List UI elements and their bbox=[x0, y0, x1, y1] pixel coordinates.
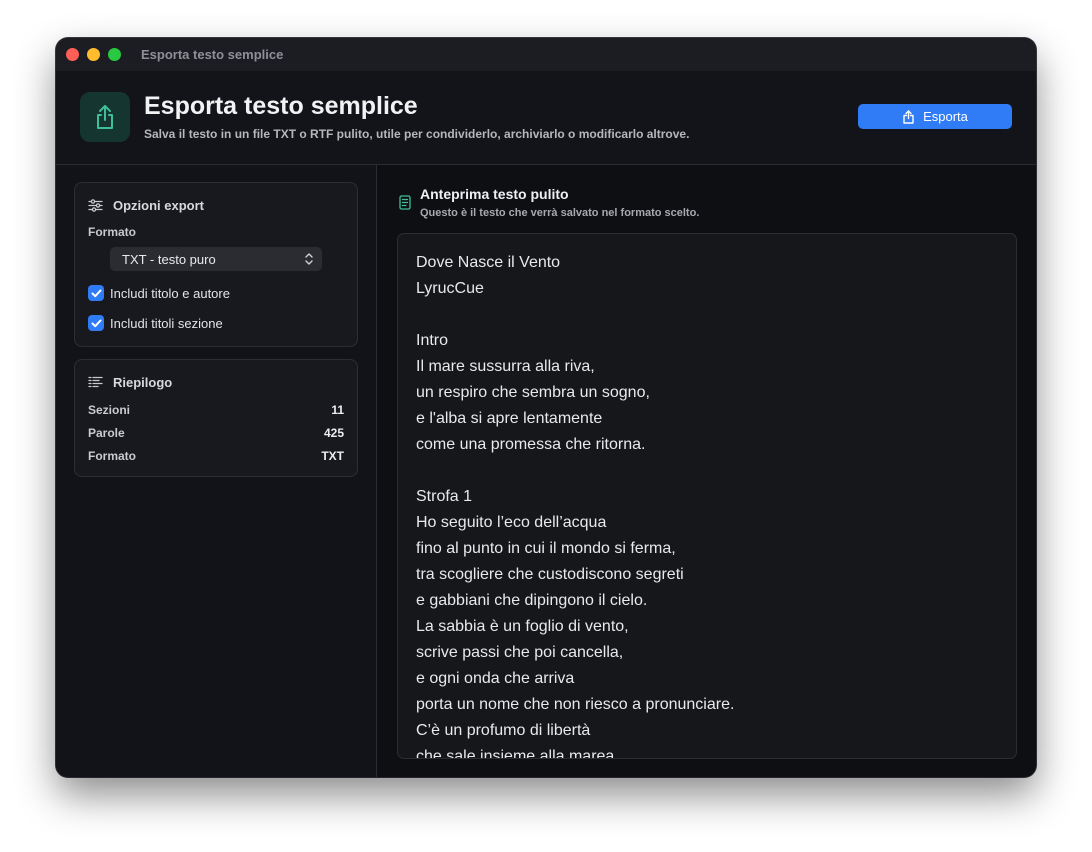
window-controls bbox=[66, 48, 121, 61]
page-subtitle: Salva il testo in un file TXT o RTF puli… bbox=[144, 127, 690, 141]
summary-value: TXT bbox=[321, 449, 344, 463]
include-section-titles-label: Includi titoli sezione bbox=[110, 315, 223, 331]
summary-row-words: Parole 425 bbox=[88, 426, 344, 440]
preview-area: Anteprima testo pulito Questo è il testo… bbox=[377, 165, 1036, 777]
include-section-titles-checkbox[interactable] bbox=[88, 315, 104, 331]
preview-subtitle: Questo è il testo che verrà salvato nel … bbox=[420, 207, 700, 219]
share-icon bbox=[903, 109, 914, 124]
export-options-header: Opzioni export bbox=[88, 198, 204, 213]
checkmark-icon bbox=[91, 319, 101, 327]
document-icon bbox=[399, 195, 411, 210]
page-title: Esporta testo semplice bbox=[144, 92, 418, 120]
header: Esporta testo semplice Salva il testo in… bbox=[56, 71, 1036, 165]
summary-row-sections: Sezioni 11 bbox=[88, 403, 344, 417]
summary-header: Riepilogo bbox=[88, 375, 172, 390]
window-title: Esporta testo semplice bbox=[141, 47, 284, 62]
export-options-title: Opzioni export bbox=[113, 198, 204, 213]
updown-chevron-icon bbox=[305, 253, 313, 265]
export-button-label: Esporta bbox=[923, 109, 968, 124]
export-button[interactable]: Esporta bbox=[858, 104, 1012, 129]
include-title-author-row[interactable]: Includi titolo e autore bbox=[88, 285, 230, 301]
preview-title: Anteprima testo pulito bbox=[420, 186, 569, 202]
title-bar: Esporta testo semplice bbox=[56, 38, 1036, 71]
summary-row-format: Formato TXT bbox=[88, 449, 344, 463]
include-section-titles-row[interactable]: Includi titoli sezione bbox=[88, 315, 223, 331]
export-options-panel: Opzioni export Formato TXT - testo puro … bbox=[74, 182, 358, 347]
format-select-value: TXT - testo puro bbox=[122, 251, 216, 267]
summary-label: Formato bbox=[88, 449, 136, 463]
format-label: Formato bbox=[88, 225, 136, 239]
summary-label: Sezioni bbox=[88, 403, 131, 417]
preview-text: Dove Nasce il Vento LyrucCue Intro Il ma… bbox=[416, 254, 735, 759]
list-icon bbox=[88, 376, 103, 388]
preview-text-box[interactable]: Dove Nasce il Vento LyrucCue Intro Il ma… bbox=[397, 233, 1017, 759]
sliders-icon bbox=[88, 199, 103, 212]
include-title-author-checkbox[interactable] bbox=[88, 285, 104, 301]
checkmark-icon bbox=[91, 289, 101, 297]
share-icon bbox=[80, 92, 130, 142]
summary-value: 425 bbox=[323, 426, 344, 440]
close-window-button[interactable] bbox=[66, 48, 79, 61]
summary-value: 11 bbox=[331, 403, 344, 417]
summary-panel: Riepilogo Sezioni 11 Parole 425 Formato … bbox=[74, 359, 358, 477]
format-select[interactable]: TXT - testo puro bbox=[110, 247, 322, 271]
sidebar: Opzioni export Formato TXT - testo puro … bbox=[56, 165, 377, 777]
minimize-window-button[interactable] bbox=[87, 48, 100, 61]
include-title-author-label: Includi titolo e autore bbox=[110, 285, 230, 301]
summary-title: Riepilogo bbox=[113, 375, 173, 390]
app-window: Esporta testo semplice Esporta testo sem… bbox=[56, 38, 1036, 777]
zoom-window-button[interactable] bbox=[108, 48, 121, 61]
summary-label: Parole bbox=[88, 426, 125, 440]
